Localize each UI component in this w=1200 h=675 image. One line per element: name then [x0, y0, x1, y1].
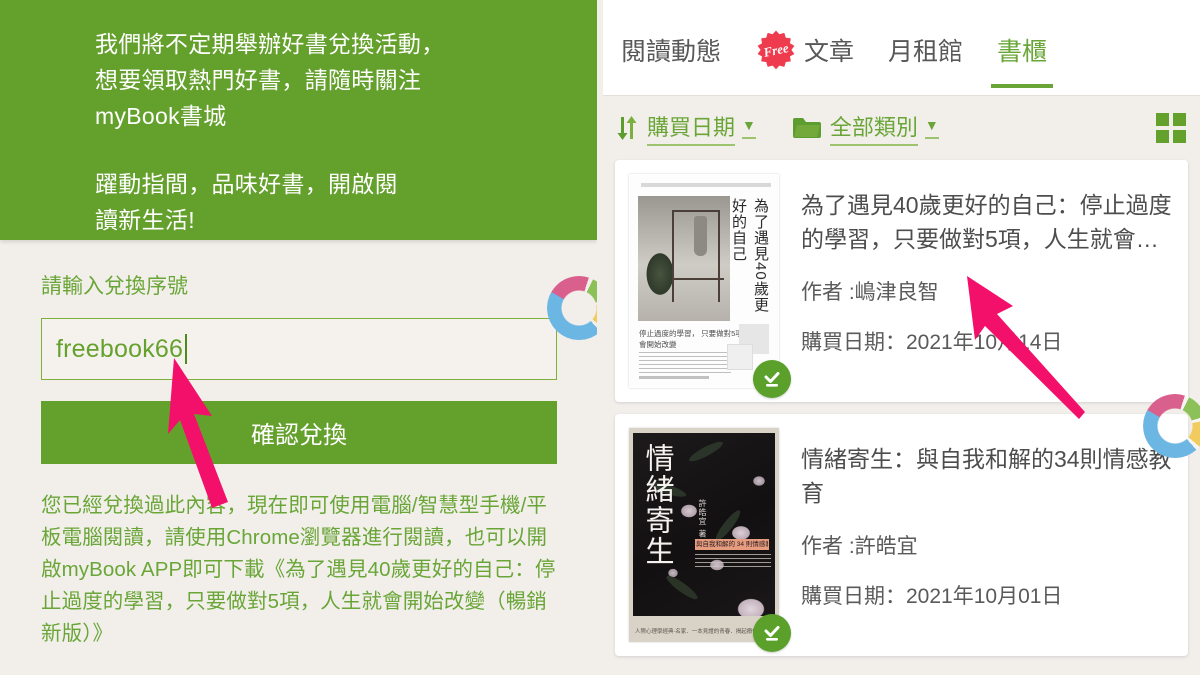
promo-line-2: 想要領取熱門好書，請隨時關注 [95, 67, 422, 93]
grid-cell [1173, 113, 1186, 126]
book-title: 為了遇見40歲更好的自己：停止過度的學習，只要做對5項，人生就會… [801, 192, 1172, 252]
grid-view-icon[interactable] [1156, 113, 1186, 143]
tab-label: 書櫃 [997, 37, 1048, 66]
cover-leaf [712, 507, 744, 544]
redeem-form: 請輸入兌換序號 freebook66 確認兌換 您已經兌換過此內容，現在即可使用… [0, 240, 597, 650]
book-list-item[interactable]: 為了遇見40歲更好的自己 停止過度的學習， 只要做對5項‧人生就會開始改變 為了… [615, 160, 1188, 402]
filter-toolbar: 購買日期 ▼ 全部類別 ▼ [603, 96, 1200, 160]
tab-reading-activity[interactable]: 閱讀動態 [621, 0, 721, 96]
book-author: 作者 :許皓宜 [801, 535, 918, 558]
cover-photo [638, 196, 730, 321]
sort-by-purchase-date-control[interactable]: 購買日期 ▼ [615, 110, 756, 146]
grid-cell [1156, 113, 1169, 126]
download-complete-icon [753, 360, 791, 398]
free-badge-icon: Free [755, 29, 797, 71]
cover-footer-line [639, 376, 709, 379]
screenshot-root: 我們將不定期舉辦好書兌換活動， 想要領取熱門好書，請隨時關注 myBook書城 … [0, 0, 1200, 675]
cover-vertical-title: 為了遇見40歲更好的自己 [730, 198, 769, 313]
tab-label: 月租館 [888, 37, 964, 66]
promo-line-4: 躍動指間，品味好書，開啟閱 [95, 171, 398, 197]
tab-label: 閱讀動態 [621, 37, 722, 66]
book-purchase-date: 購買日期：2021年10月14日 [801, 331, 1063, 354]
cover-body-text [695, 554, 771, 570]
book-info: 為了遇見40歲更好的自己：停止過度的學習，只要做對5項，人生就會… 作者 :嶋津… [779, 174, 1178, 388]
bookshelf-panel: 閱讀動態 Free 文章 月租館 書櫃 購買日期 ▼ 全部類別 ▼ 為了遇見40… [597, 0, 1200, 675]
loading-ring-icon [1143, 394, 1200, 458]
tab-bookshelf[interactable]: 書櫃 [991, 0, 1054, 96]
promo-banner: 我們將不定期舉辦好書兌換活動， 想要領取熱門好書，請隨時關注 myBook書城 … [0, 0, 597, 240]
promo-spacer [95, 134, 557, 166]
cover-body-text [639, 352, 731, 374]
tab-articles[interactable]: Free 文章 [755, 0, 854, 96]
chevron-down-icon: ▼ [924, 117, 939, 139]
book-list-item[interactable]: 情緒寄生 許皓宜 著 與自我和解的 34 則情感教育 人際心理學經典‧名家．一本… [615, 414, 1188, 656]
category-label: 全部類別 [829, 110, 918, 146]
redeem-status-note: 您已經兌換過此內容，現在即可使用電腦/智慧型手機/平板電腦閱讀，請使用Chrom… [41, 494, 556, 645]
grid-cell [1173, 130, 1186, 143]
cover-author: 許皓宜 著 [698, 499, 707, 539]
book-purchase-date: 購買日期：2021年10月01日 [801, 585, 1063, 608]
grid-cell [1156, 130, 1169, 143]
redeem-code-value: freebook66 [56, 334, 184, 363]
cover-vertical-title: 情緒寄生 [641, 443, 673, 567]
download-complete-icon [753, 614, 791, 652]
book-author: 作者 :嶋津良智 [801, 281, 939, 304]
text-caret [185, 334, 188, 364]
category-filter-control[interactable]: 全部類別 ▼ [792, 110, 939, 146]
tab-label: 文章 [804, 37, 855, 66]
sort-arrows-icon [615, 115, 639, 141]
tab-monthly-rental[interactable]: 月租館 [888, 0, 963, 96]
cover-leaf [687, 438, 725, 465]
redeem-code-label: 請輸入兌換序號 [41, 275, 188, 298]
book-cover: 為了遇見40歲更好的自己 停止過度的學習， 只要做對5項‧人生就會開始改變 [629, 174, 779, 388]
tab-bar: 閱讀動態 Free 文章 月租館 書櫃 [603, 0, 1200, 96]
redeem-panel: 我們將不定期舉辦好書兌換活動， 想要領取熱門好書，請隨時關注 myBook書城 … [0, 0, 597, 675]
cover-shape [727, 344, 753, 370]
book-list: 為了遇見40歲更好的自己 停止過度的學習， 只要做對5項‧人生就會開始改變 為了… [603, 160, 1200, 656]
cover-photo-cloth [694, 216, 707, 256]
redeem-code-input[interactable]: freebook66 [41, 318, 557, 380]
book-cover: 情緒寄生 許皓宜 著 與自我和解的 34 則情感教育 人際心理學經典‧名家．一本… [629, 428, 779, 642]
book-cover-wrap: 為了遇見40歲更好的自己 停止過度的學習， 只要做對5項‧人生就會開始改變 [629, 174, 791, 398]
book-info: 情緒寄生：與自我和解的34則情感教育 作者 :許皓宜 購買日期：2021年10月… [779, 428, 1178, 642]
promo-line-3: myBook書城 [95, 103, 227, 129]
promo-line-1: 我們將不定期舉辦好書兌換活動， [95, 31, 445, 57]
cover-art: 情緒寄生 許皓宜 著 與自我和解的 34 則情感教育 [633, 433, 775, 616]
folder-icon [792, 116, 822, 140]
chevron-down-icon: ▼ [742, 117, 756, 139]
promo-line-5: 讀新生活! [95, 207, 195, 233]
sort-label: 購買日期 [647, 110, 736, 146]
app-frame: 閱讀動態 Free 文章 月租館 書櫃 購買日期 ▼ 全部類別 ▼ 為了遇見40… [603, 0, 1200, 675]
book-title: 情緒寄生：與自我和解的34則情感教育 [801, 446, 1172, 506]
confirm-redeem-button[interactable]: 確認兌換 [41, 401, 557, 464]
cover-band-text: 與自我和解的 34 則情感教育 [696, 541, 768, 548]
book-cover-wrap: 情緒寄生 許皓宜 著 與自我和解的 34 則情感教育 人際心理學經典‧名家．一本… [629, 428, 791, 652]
cover-top-line [641, 183, 771, 187]
